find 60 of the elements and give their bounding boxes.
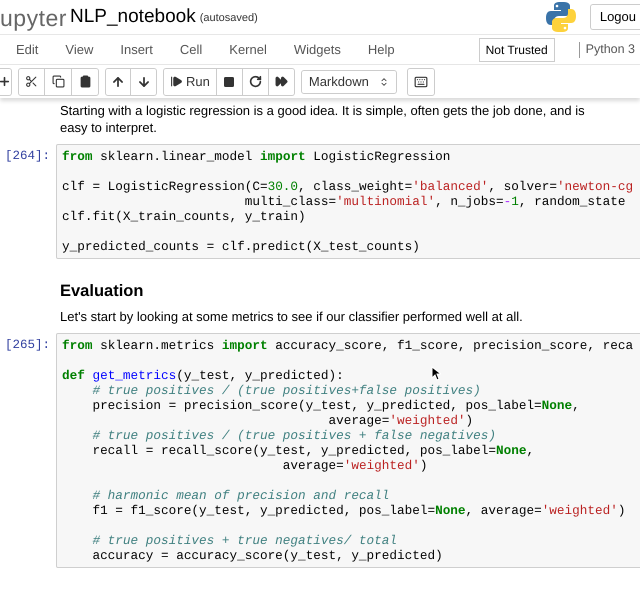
step-forward-icon xyxy=(170,75,183,88)
code-line: # true positives + true negatives/ total xyxy=(91,532,398,548)
mouse-pointer-icon xyxy=(431,366,441,381)
code-line: accuracy = accuracy_score(y_test, y_predicted) xyxy=(91,548,443,563)
kernel-name: Python 3 xyxy=(586,41,635,58)
jupyter-logo-text[interactable]: upyter xyxy=(0,1,67,36)
clipboard-icon xyxy=(78,75,92,88)
markdown-paragraph: Starting with a logistic regression is a good idea. It is simple, often gets the job done, and is easy to interpret. xyxy=(60,102,586,136)
menu-item[interactable]: Kernel xyxy=(229,40,267,60)
autosave-status: (autosaved) xyxy=(200,11,258,26)
move-up-button[interactable] xyxy=(105,68,131,96)
cell-type-select[interactable]: Markdown xyxy=(300,70,397,94)
cell-prompt: [264]: xyxy=(4,148,51,164)
run-button[interactable]: Run xyxy=(163,68,217,96)
logout-button[interactable]: Logou xyxy=(590,4,640,30)
stop-icon xyxy=(223,76,236,88)
code-line: clf.fit(X_train_counts, y_train) xyxy=(62,209,306,224)
code-line: y_predicted_counts = clf.predict(X_test_counts) xyxy=(62,239,420,254)
run-all-button[interactable] xyxy=(268,68,295,96)
fast-forward-icon xyxy=(274,75,288,88)
plus-icon xyxy=(0,75,11,88)
code-line: # true positives / (true positives+false positives) xyxy=(91,382,481,398)
code-line: # harmonic mean of precision and recall xyxy=(91,488,390,503)
menu-item[interactable]: Edit xyxy=(16,40,38,60)
code-line: clf = LogisticRegression(C=30.0, class_weight='balanced', solver='newton-cg xyxy=(62,179,634,194)
code-cell[interactable] xyxy=(56,332,640,568)
menu-item[interactable]: Help xyxy=(368,40,395,60)
menu-item[interactable]: View xyxy=(65,40,94,60)
keyboard-icon xyxy=(414,74,428,88)
code-line: f1 = f1_score(y_test, y_predicted, pos_label=None, average='weighted') xyxy=(91,502,626,518)
code-line: from sklearn.linear_model import LogisticRegression xyxy=(62,149,450,164)
markdown-paragraph: Let's start by looking at some metrics to see if our classifier performed well at all. xyxy=(60,308,524,325)
menu-item[interactable]: Cell xyxy=(180,40,202,60)
code-line: average='weighted') xyxy=(282,458,428,473)
keyboard-shortcuts-button[interactable] xyxy=(406,68,435,96)
code-cell[interactable] xyxy=(56,144,640,259)
menu-item[interactable]: Widgets xyxy=(294,40,341,60)
notebook-title[interactable]: NLP_notebook xyxy=(70,2,196,32)
code-line: precision = precision_score(y_test, y_predicted, pos_label=None, xyxy=(91,398,580,413)
code-line: average='weighted') xyxy=(327,412,474,428)
restart-button[interactable] xyxy=(242,68,269,96)
code-line: from sklearn.metrics import accuracy_score, f1_score, precision_score, reca xyxy=(62,338,634,353)
code-line: multi_class='multinomial', n_jobs=-1, random_state xyxy=(244,194,626,209)
section-heading: Evaluation xyxy=(60,281,144,302)
copy-button[interactable] xyxy=(45,68,72,96)
code-line: recall = recall_score(y_test, y_predicted, pos_label=None, xyxy=(91,442,534,458)
add-cell-button[interactable] xyxy=(0,68,12,96)
code-line: def get_metrics(y_test, y_predicted): xyxy=(62,368,344,383)
paste-button[interactable] xyxy=(72,68,99,96)
code-line: # true positives / (true positives + false negatives) xyxy=(91,428,496,443)
move-down-button[interactable] xyxy=(131,68,157,96)
cut-button[interactable] xyxy=(18,68,45,96)
copy-icon xyxy=(52,75,64,88)
interrupt-button[interactable] xyxy=(216,68,243,96)
cell-prompt: [265]: xyxy=(4,336,51,353)
trust-indicator[interactable]: Not Trusted xyxy=(478,38,555,62)
restart-icon xyxy=(248,75,262,88)
select-arrows-icon xyxy=(378,76,389,86)
scissors-icon xyxy=(25,75,38,88)
menu-item[interactable]: Insert xyxy=(120,40,153,60)
